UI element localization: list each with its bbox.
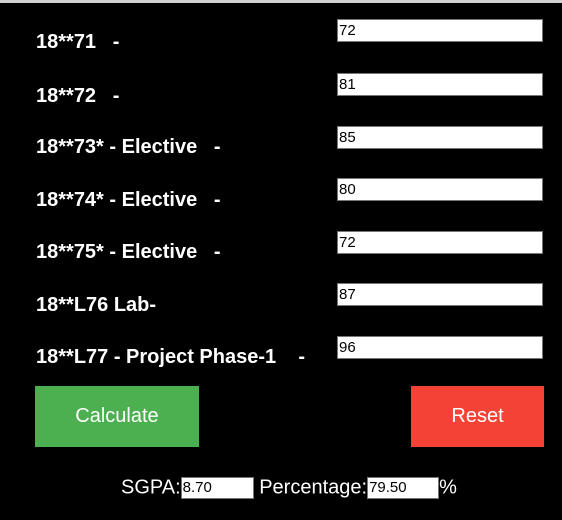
marks-input[interactable] [337,178,543,201]
marks-input[interactable] [337,336,543,359]
subject-row: 18**73* - Elective - [0,126,562,175]
reset-button[interactable]: Reset [411,386,544,447]
marks-input[interactable] [337,19,543,42]
percentage-label: Percentage: [259,476,368,499]
calculate-button[interactable]: Calculate [35,386,199,447]
sgpa-label: SGPA: [121,476,181,499]
result-line: SGPA: Percentage:% [121,474,457,500]
subject-row: 18**75* - Elective - [0,231,562,280]
sgpa-calculator: 18**71 - 18**72 - 18**73* - Elective - 1… [0,0,562,520]
marks-input[interactable] [337,73,543,96]
sgpa-output[interactable] [180,476,254,499]
percent-sign: % [439,476,457,499]
marks-input[interactable] [337,283,543,306]
subject-label: 18**73* - Elective - [36,136,221,158]
top-divider [0,0,562,3]
subject-label: 18**72 - [36,85,120,107]
percentage-output[interactable] [367,476,440,499]
marks-input[interactable] [337,231,543,254]
subject-row: 18**72 - [0,73,562,122]
subject-row: 18**74* - Elective - [0,178,562,227]
subject-label: 18**74* - Elective - [36,189,221,211]
subject-label: 18**71 - [36,31,120,53]
subject-label: 18**L77 - Project Phase-1 - [36,346,306,368]
marks-input[interactable] [337,126,543,149]
subject-label: 18**75* - Elective - [36,241,221,263]
subject-row: 18**71 - [0,19,562,68]
subject-row: 18**L76 Lab- [0,283,562,333]
subject-label: 18**L76 Lab- [36,294,157,316]
subject-row: 18**L77 - Project Phase-1 - [0,336,562,385]
